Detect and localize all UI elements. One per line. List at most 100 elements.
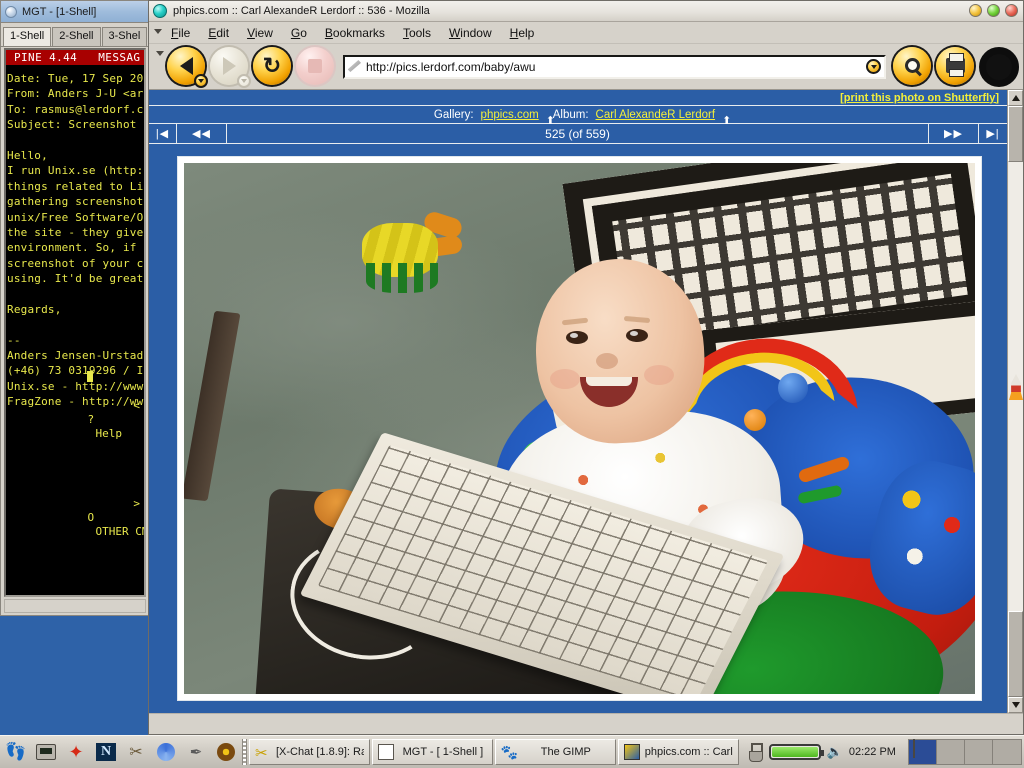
launcher-swirl-icon[interactable]	[152, 738, 180, 766]
navbar-grip-handle[interactable]	[153, 44, 164, 89]
taskbar[interactable]: 👣 ✦ N ✂ ✒ ✂ [X-Chat [1.8.9]: Rasm MGT - …	[0, 735, 1024, 768]
menu-bookmarks[interactable]: Bookmarks	[316, 24, 394, 42]
mgt-tab-2-shell[interactable]: 2-Shell	[52, 27, 101, 46]
workspace-4[interactable]	[993, 740, 1021, 764]
launcher-star-icon[interactable]: ✦	[62, 738, 90, 766]
menu-go[interactable]: Go	[282, 24, 316, 42]
forward-button[interactable]	[210, 46, 251, 88]
nav-first-button[interactable]: |◀	[149, 124, 177, 143]
workspace-window-preview	[912, 739, 915, 758]
workspace-1[interactable]	[908, 739, 937, 764]
menu-window[interactable]: Window	[440, 24, 501, 42]
mozilla-window-controls[interactable]	[969, 4, 1018, 17]
pine-key-help[interactable]: ?	[85, 413, 94, 427]
battery-icon[interactable]	[768, 744, 824, 760]
menubar-grip-handle[interactable]	[151, 22, 162, 43]
url-input[interactable]: http://pics.lerdorf.com/baby/awu	[366, 60, 861, 74]
gallery-photo[interactable]: 10 25	[184, 163, 975, 694]
task-xchat[interactable]: ✂ [X-Chat [1.8.9]: Rasm	[249, 739, 370, 765]
mgt-statusbar	[4, 599, 146, 613]
workspace-pager[interactable]	[907, 739, 1022, 765]
forward-history-dropdown-icon[interactable]	[237, 73, 251, 88]
mgt-window-menu-button[interactable]	[5, 5, 17, 18]
pine-line: Subject: Screenshot	[7, 118, 137, 132]
mgt-tab-1-shell[interactable]: 1-Shell	[3, 27, 52, 46]
photo-frame[interactable]: 10 25	[177, 156, 982, 701]
bookmark-pencil-icon	[348, 60, 361, 72]
scrollbar-thumb-upper[interactable]	[1008, 106, 1023, 162]
search-button[interactable]	[893, 46, 933, 87]
taskbar-separator[interactable]	[242, 739, 247, 765]
launcher-cd-icon[interactable]	[212, 738, 240, 766]
mozilla-menubar[interactable]: File Edit View Go Bookmarks Tools Window…	[149, 22, 1023, 44]
launcher-terminal-icon[interactable]	[32, 738, 60, 766]
url-bar[interactable]: http://pics.lerdorf.com/baby/awu	[343, 54, 886, 79]
mgt-terminal-viewport[interactable]: PINE 4.44 MESSAG Date: Tue, 17 Sep 20 Fr…	[4, 48, 146, 597]
launcher-gimp-icon[interactable]: ✂	[122, 738, 150, 766]
back-button[interactable]	[167, 46, 208, 88]
workspace-2[interactable]	[937, 740, 965, 764]
pine-scroll-right-arrow[interactable]: >	[133, 497, 140, 511]
mgt-terminal-window[interactable]: MGT - [1-Shell] 1-Shell 2-Shell 3-Shel P…	[0, 0, 150, 616]
scroll-up-button[interactable]	[1008, 90, 1023, 106]
throbber-button[interactable]	[979, 46, 1019, 87]
url-history-dropdown-icon[interactable]	[866, 59, 881, 74]
task-phpics-mozilla[interactable]: phpics.com :: Carl Ale	[617, 739, 739, 765]
menu-file[interactable]: File	[162, 24, 199, 42]
page-scrollbar[interactable]	[1007, 90, 1023, 713]
mgt-tab-3-shell[interactable]: 3-Shel	[101, 27, 148, 46]
system-tray[interactable]: 🔈 02:22 PM	[741, 739, 902, 765]
print-button[interactable]	[936, 46, 976, 87]
launcher-foot-icon[interactable]: 👣	[2, 738, 30, 766]
menu-tools[interactable]: Tools	[394, 24, 440, 42]
workspace-3[interactable]	[965, 740, 993, 764]
scroll-down-button[interactable]	[1008, 697, 1023, 713]
launcher-feather-icon[interactable]: ✒	[182, 738, 210, 766]
maximize-button[interactable]	[987, 4, 1000, 17]
gallery-link[interactable]: phpics.com	[481, 109, 539, 121]
print-on-shutterfly-link[interactable]: [print this photo on Shutterfly]	[840, 92, 999, 104]
nav-last-button[interactable]: ▶|	[979, 124, 1007, 143]
album-link[interactable]: Carl AlexandeR Lerdorf	[596, 109, 716, 121]
pine-line: screenshot of your c	[7, 256, 144, 270]
pine-label-help[interactable]: Help	[85, 427, 122, 441]
task-mgt-shell[interactable]: MGT - [ 1-Shell ]	[371, 739, 493, 765]
mgt-titlebar[interactable]: MGT - [1-Shell]	[1, 1, 149, 23]
photo-baby-eye-highlight-left	[570, 333, 578, 338]
task-label: The GIMP	[540, 746, 591, 758]
menu-edit[interactable]: Edit	[199, 24, 238, 42]
mozilla-titlebar[interactable]: phpics.com :: Carl AlexandeR Lerdorf :: …	[149, 1, 1023, 22]
mozilla-navigation-toolbar[interactable]: ↻ http://pics.lerdorf.com/baby/awu	[149, 44, 1023, 90]
menu-help[interactable]: Help	[501, 24, 544, 42]
pine-line: To: rasmus@lerdorf.c	[7, 102, 144, 116]
pine-key-other-cmds[interactable]: O	[85, 511, 94, 525]
back-history-dropdown-icon[interactable]	[194, 73, 208, 88]
scrollbar-track[interactable]	[1008, 106, 1023, 697]
pine-scroll-left-arrow[interactable]: <	[133, 399, 140, 413]
launcher-netscape-icon[interactable]: N	[92, 738, 120, 766]
close-button[interactable]	[1005, 4, 1018, 17]
photo-baby-nose	[596, 353, 618, 369]
print-icon	[936, 46, 974, 85]
scrollbar-thumb-lower[interactable]	[1008, 611, 1023, 697]
nav-prev-button[interactable]: ◀◀	[177, 124, 227, 143]
stop-button	[296, 46, 336, 87]
mgt-tabstrip[interactable]: 1-Shell 2-Shell 3-Shel	[1, 23, 149, 47]
task-gimp[interactable]: 🐾 The GIMP	[494, 739, 616, 765]
photo-toy-legs	[366, 263, 438, 293]
plug-icon[interactable]	[747, 743, 763, 762]
photo-navigation-bar[interactable]: |◀ ◀◀ 525 (of 559) ▶▶ ▶|	[149, 124, 1007, 144]
pine-label-other-cmds[interactable]: OTHER CMDS	[85, 525, 144, 539]
speaker-icon[interactable]: 🔈	[827, 744, 843, 760]
mozilla-browser-window[interactable]: phpics.com :: Carl AlexandeR Lerdorf :: …	[148, 0, 1024, 735]
phpics-page[interactable]: [print this photo on Shutterfly] Gallery…	[149, 90, 1007, 713]
menu-view[interactable]: View	[238, 24, 282, 42]
minimize-button[interactable]	[969, 4, 982, 17]
reload-button[interactable]: ↻	[253, 46, 293, 87]
browser-content-area[interactable]: [print this photo on Shutterfly] Gallery…	[149, 90, 1023, 713]
pine-line: Date: Tue, 17 Sep 20	[7, 72, 144, 85]
nav-next-button[interactable]: ▶▶	[929, 124, 979, 143]
photo-baby-cheek-right	[644, 365, 674, 385]
pine-mail-reader[interactable]: PINE 4.44 MESSAG Date: Tue, 17 Sep 20 Fr…	[6, 50, 144, 595]
clock[interactable]: 02:22 PM	[849, 746, 896, 758]
